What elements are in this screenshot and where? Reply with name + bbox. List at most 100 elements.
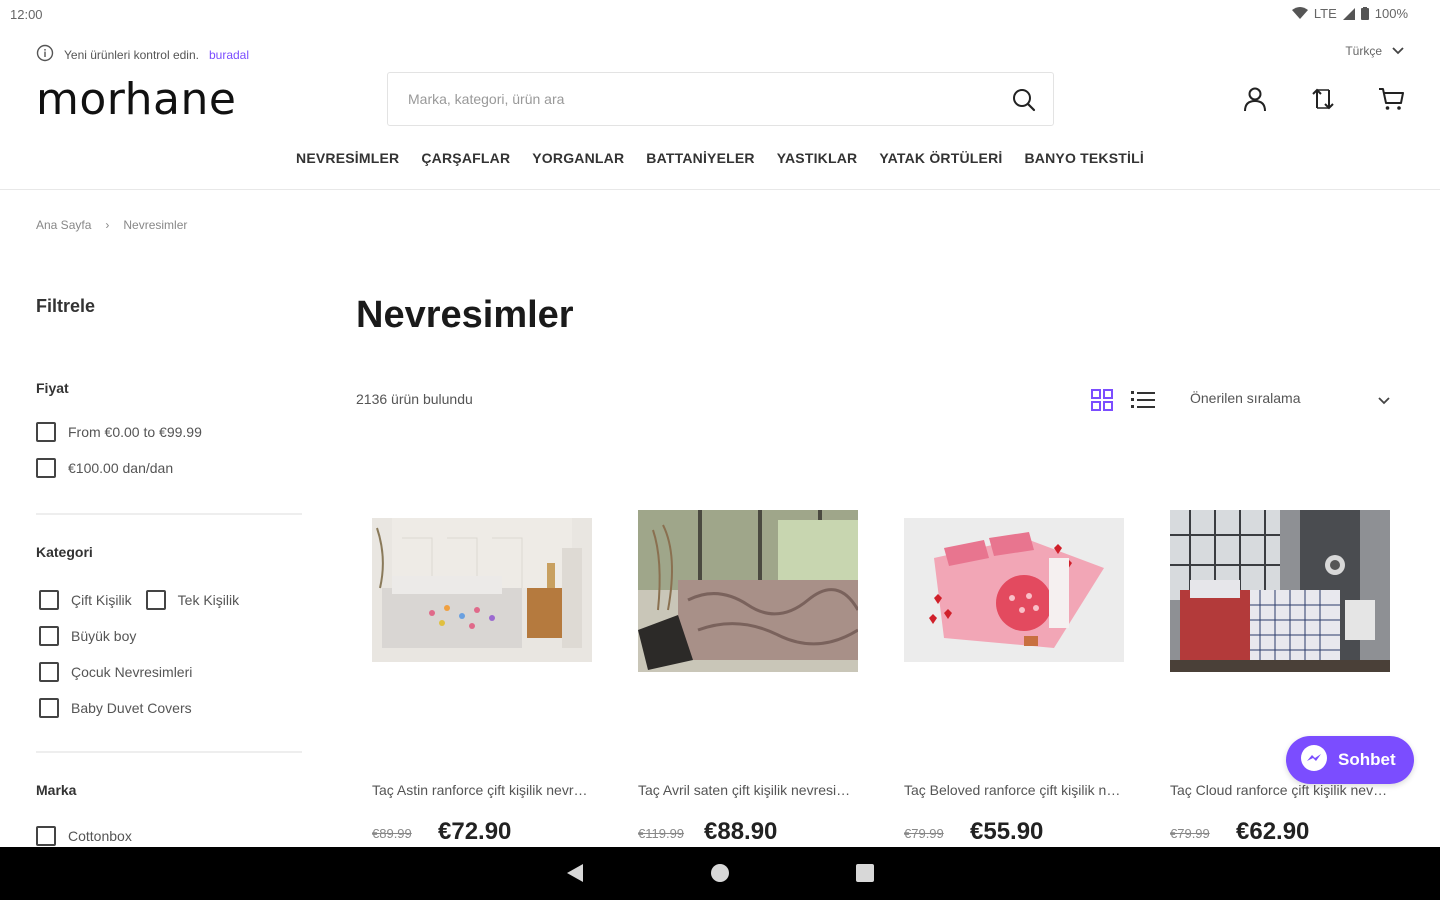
product-name[interactable]: Taç Beloved ranforce çift kişilik nevres… (904, 782, 1122, 798)
product-image[interactable] (638, 510, 858, 672)
category-option-label: Çift Kişilik (71, 592, 132, 608)
system-nav-bar (0, 847, 1440, 900)
product-card[interactable]: Taç Beloved ranforce çift kişilik nevres… (888, 500, 1128, 850)
list-view-icon[interactable] (1130, 388, 1156, 412)
category-option-label: Tek Kişilik (177, 592, 240, 608)
category-option-label: Büyük boy (71, 628, 137, 644)
sort-label: Önerilen sıralama (1190, 390, 1301, 406)
notice-link[interactable]: buradal (209, 48, 249, 62)
price-filter: Fiyat From €0.00 to €99.99 €100.00 dan/d… (36, 380, 302, 486)
checkbox[interactable] (36, 422, 56, 442)
wifi-icon (1291, 7, 1308, 20)
category-option[interactable]: Çocuk Nevresimleri (36, 654, 302, 690)
compare-icon[interactable] (1308, 84, 1338, 114)
breadcrumb: Ana Sayfa › Nevresimler (36, 218, 187, 232)
filter-divider (36, 513, 302, 515)
brand-option-label: Cottonbox (68, 828, 132, 844)
filter-divider (36, 751, 302, 753)
nav-item-nevresimler[interactable]: NEVRESİMLER (296, 150, 399, 166)
checkbox[interactable] (36, 458, 56, 478)
nav-item-banyo-tekstili[interactable]: BANYO TEKSTİLİ (1024, 150, 1143, 166)
nav-item-yastiklar[interactable]: YASTIKLAR (777, 150, 858, 166)
battery-level: 100% (1374, 6, 1408, 21)
cart-icon[interactable] (1376, 84, 1406, 114)
grid-view-icon[interactable] (1090, 388, 1114, 412)
search-icon[interactable] (1011, 87, 1037, 113)
price-option[interactable]: From €0.00 to €99.99 (36, 414, 302, 450)
info-icon (36, 44, 54, 65)
sort-select[interactable]: Önerilen sıralama (1190, 390, 1390, 414)
brand-filter-title: Marka (36, 782, 77, 798)
category-option-label: Çocuk Nevresimleri (71, 664, 193, 680)
battery-icon (1360, 7, 1369, 20)
product-name[interactable]: Taç Avril saten çift kişilik nevresim ta… (638, 782, 856, 798)
recent-apps-icon[interactable] (856, 864, 874, 882)
chevron-down-icon (1378, 392, 1390, 408)
chat-button[interactable]: Sohbet (1286, 736, 1414, 784)
product-price: €55.90 (970, 818, 1044, 845)
category-option[interactable]: Tek Kişilik (145, 590, 240, 610)
network-label: LTE (1313, 6, 1337, 21)
nav-item-yorganlar[interactable]: YORGANLAR (532, 150, 624, 166)
checkbox[interactable] (145, 590, 166, 610)
category-option[interactable]: Çift Kişilik (36, 590, 132, 610)
brand-filter: Marka Cottonbox (36, 782, 302, 854)
notice-text: Yeni ürünleri kontrol edin. (64, 47, 199, 62)
price-option-label: From €0.00 to €99.99 (68, 424, 202, 440)
filter-sidebar: Filtrele Fiyat From €0.00 to €99.99 €100… (36, 296, 302, 846)
product-price: €72.90 (438, 818, 512, 845)
product-old-price: €119.99 (638, 826, 685, 841)
product-card[interactable]: Taç Avril saten çift kişilik nevresim ta… (622, 500, 862, 850)
result-count: 2136 ürün bulundu (356, 391, 473, 407)
checkbox[interactable] (39, 662, 59, 682)
promo-notice: Yeni ürünleri kontrol edin. buradal (36, 44, 249, 65)
product-price: €88.90 (704, 818, 778, 845)
product-old-price: €79.99 (1170, 826, 1210, 841)
language-label: Türkçe (1345, 44, 1382, 58)
price-filter-title: Fiyat (36, 380, 69, 396)
category-option[interactable]: Büyük boy (36, 618, 302, 654)
main-nav: NEVRESİMLER ÇARŞAFLAR YORGANLAR BATTANİY… (0, 150, 1440, 166)
checkbox[interactable] (39, 626, 59, 646)
breadcrumb-home[interactable]: Ana Sayfa (36, 218, 91, 232)
header-actions (1240, 84, 1406, 114)
checkbox[interactable] (39, 590, 59, 610)
signal-icon (1342, 7, 1355, 20)
category-filter: Kategori Çift Kişilik Tek Kişilik Büyük … (36, 544, 302, 726)
header-divider (0, 189, 1440, 190)
nav-item-carsaflar[interactable]: ÇARŞAFLAR (421, 150, 510, 166)
search-box (387, 72, 1054, 126)
filter-title: Filtrele (36, 296, 96, 316)
nav-item-yatak-ortuleri[interactable]: YATAK ÖRTÜLERİ (879, 150, 1002, 166)
price-option[interactable]: €100.00 dan/dan (36, 450, 302, 486)
product-image[interactable] (372, 518, 592, 662)
nav-item-battaniyeler[interactable]: BATTANİYELER (646, 150, 754, 166)
category-option[interactable]: Baby Duvet Covers (36, 690, 302, 726)
category-filter-title: Kategori (36, 544, 93, 560)
breadcrumb-separator: › (105, 218, 110, 232)
product-image[interactable] (904, 518, 1124, 662)
product-old-price: €89.99 (372, 826, 412, 841)
language-selector[interactable]: Türkçe (1345, 44, 1404, 58)
search-input[interactable] (408, 73, 988, 125)
chevron-down-icon (1392, 44, 1404, 58)
product-price: €62.90 (1236, 818, 1310, 845)
checkbox[interactable] (39, 698, 59, 718)
chat-label: Sohbet (1338, 750, 1396, 769)
product-name[interactable]: Taç Cloud ranforce çift kişilik nevresim… (1170, 782, 1388, 798)
price-option-label: €100.00 dan/dan (68, 460, 174, 476)
product-card[interactable]: Taç Astin ranforce çift kişilik nevresim… (356, 500, 596, 850)
product-name[interactable]: Taç Astin ranforce çift kişilik nevresim… (372, 782, 590, 798)
brand-logo[interactable]: morhane (36, 74, 236, 125)
page-title: Nevresimler (356, 294, 574, 336)
product-card[interactable]: Taç Cloud ranforce çift kişilik nevresim… (1154, 500, 1394, 850)
checkbox[interactable] (36, 826, 56, 846)
breadcrumb-current: Nevresimler (123, 218, 188, 232)
home-icon[interactable] (711, 864, 729, 882)
status-indicators: LTE 100% (1291, 6, 1408, 21)
category-option-row: Çift Kişilik Tek Kişilik (36, 582, 302, 618)
product-old-price: €79.99 (904, 826, 944, 841)
user-icon[interactable] (1240, 84, 1270, 114)
back-icon[interactable] (566, 863, 584, 888)
product-image[interactable] (1170, 510, 1390, 672)
